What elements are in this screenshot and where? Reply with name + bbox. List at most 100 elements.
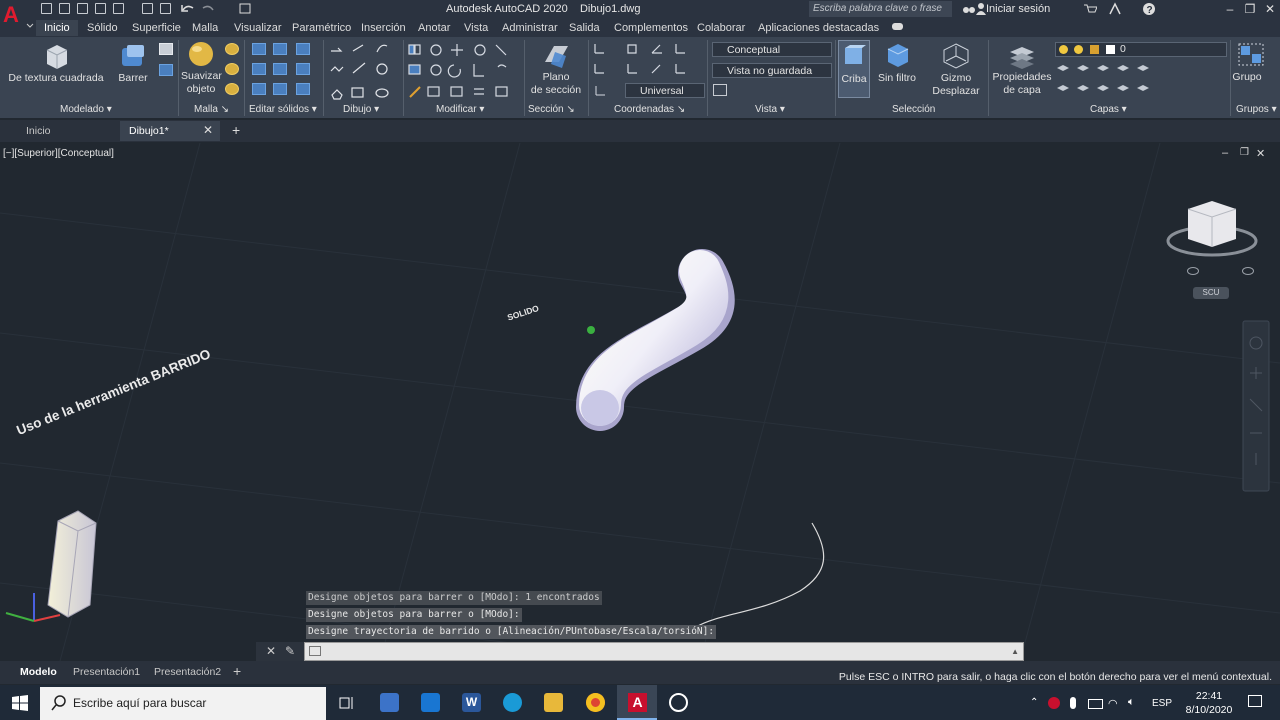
fillet-edge-icon[interactable] <box>296 83 310 95</box>
extract-edges-icon[interactable] <box>296 63 310 75</box>
taskbar-clock[interactable]: 22:41 8/10/2020 <box>1178 689 1240 717</box>
layout-tab-presentacion1[interactable]: Presentación1 <box>73 666 140 678</box>
thicken-icon[interactable] <box>273 83 287 95</box>
panel-seccion[interactable]: Sección ↘ <box>528 104 575 115</box>
revolve-icon[interactable] <box>159 64 173 76</box>
plano-seccion-button[interactable]: Plano de sección <box>527 40 585 100</box>
microphone-icon[interactable] <box>1070 697 1076 709</box>
panel-vista[interactable]: Vista ▾ <box>755 104 785 115</box>
layout-tab-modelo[interactable]: Modelo <box>20 666 57 678</box>
ucs-select[interactable]: Universal <box>625 83 705 98</box>
new-icon[interactable] <box>41 3 52 14</box>
viewcube[interactable] <box>1166 201 1258 257</box>
criba-button[interactable]: Criba <box>838 40 870 98</box>
language-indicator[interactable]: ESP <box>1152 698 1172 709</box>
interfere-icon[interactable] <box>273 63 287 75</box>
gizmo-desplazar-button[interactable]: Gizmo Desplazar <box>928 40 984 100</box>
print-icon[interactable] <box>160 3 171 14</box>
union-icon[interactable] <box>252 43 266 55</box>
store-icon[interactable] <box>380 693 399 712</box>
grip-point[interactable] <box>587 326 595 334</box>
ribbon-toggle-icon[interactable] <box>892 23 903 30</box>
mesh-smooth-less-icon[interactable] <box>225 63 239 75</box>
viewport-controls-label[interactable]: [−][Superior][Conceptual] <box>3 148 114 159</box>
command-input[interactable]: ▲ <box>304 642 1024 661</box>
tab-solido[interactable]: Sólido <box>87 22 118 34</box>
signin-button[interactable]: Iniciar sesión <box>986 3 1050 15</box>
command-history-toggle-icon[interactable]: ▲ <box>1011 647 1019 656</box>
tab-salida[interactable]: Salida <box>569 22 600 34</box>
mesh-refine-icon[interactable] <box>225 83 239 95</box>
notifications-icon[interactable] <box>1248 695 1262 707</box>
file-tab-inicio[interactable]: Inicio <box>26 125 51 137</box>
slice-icon[interactable] <box>296 43 310 55</box>
minimize-button[interactable]: – <box>1222 1 1238 17</box>
sweep-path[interactable] <box>695 522 825 628</box>
tab-inicio[interactable]: Inicio <box>36 20 78 36</box>
tab-visualizar[interactable]: Visualizar <box>234 22 282 34</box>
suavizar-objeto-button[interactable]: Suavizar objeto <box>181 40 222 100</box>
tab-parametrico[interactable]: Paramétrico <box>292 22 351 34</box>
search-input[interactable]: Escriba palabra clave o frase <box>809 1 952 17</box>
panel-seleccion[interactable]: Selección <box>892 104 935 115</box>
close-tab-icon[interactable]: ✕ <box>203 123 213 137</box>
add-layout-plus-icon[interactable]: + <box>233 663 241 679</box>
binoculars-icon[interactable] <box>962 3 976 15</box>
volume-icon[interactable]: 🔈︎ <box>1128 696 1135 709</box>
new-tab-plus-icon[interactable]: + <box>232 122 240 138</box>
customize-wrench-icon[interactable]: ✎ <box>285 644 295 658</box>
tab-anotar[interactable]: Anotar <box>418 22 450 34</box>
sin-filtro-button[interactable]: Sin filtro <box>874 40 920 98</box>
tab-complementos[interactable]: Complementos <box>614 22 688 34</box>
maximize-button[interactable]: ❐ <box>1242 1 1258 17</box>
ucs-badge[interactable]: SCU <box>1193 287 1229 299</box>
ucs-named-icon[interactable] <box>593 83 617 97</box>
windows-start-icon[interactable] <box>12 695 28 711</box>
viewport-restore-icon[interactable]: ❐ <box>1240 147 1249 158</box>
layer-select[interactable]: 0 <box>1055 42 1227 57</box>
tab-colaborar[interactable]: Colaborar <box>697 22 745 34</box>
show-hidden-icons[interactable]: ⌃ <box>1030 697 1038 708</box>
viewport-minimize-icon[interactable]: – <box>1222 147 1228 159</box>
close-button[interactable]: ✕ <box>1262 1 1278 17</box>
battery-icon[interactable] <box>1088 699 1103 709</box>
save-icon[interactable] <box>77 3 88 14</box>
barrer-button[interactable]: Barrer <box>113 40 153 100</box>
viewport-close-icon[interactable]: ✕ <box>1256 147 1265 160</box>
navigation-bar[interactable] <box>1242 320 1270 492</box>
panel-coordenadas[interactable]: Coordenadas ↘ <box>614 104 685 115</box>
panel-grupos[interactable]: Grupos ▾ <box>1236 104 1277 115</box>
taskbar-search-input[interactable]: Escribe aquí para buscar <box>40 687 326 720</box>
panel-modelado[interactable]: Modelado ▾ <box>60 104 112 115</box>
obs-icon[interactable] <box>669 693 688 712</box>
swept-solid[interactable] <box>576 249 735 431</box>
autodesk-a360-icon[interactable] <box>1108 2 1122 16</box>
mail-icon[interactable] <box>421 693 440 712</box>
tab-insercion[interactable]: Inserción <box>361 22 406 34</box>
tab-malla[interactable]: Malla <box>192 22 218 34</box>
tab-administrar[interactable]: Administrar <box>502 22 558 34</box>
undo-redo-icons[interactable] <box>180 2 260 16</box>
visual-style-select[interactable]: Conceptual <box>712 42 832 57</box>
subtract-icon[interactable] <box>273 43 287 55</box>
edge-icon[interactable] <box>503 693 522 712</box>
tab-vista[interactable]: Vista <box>464 22 488 34</box>
intersect-icon[interactable] <box>252 63 266 75</box>
panel-dibujo[interactable]: Dibujo ▾ <box>343 104 379 115</box>
tab-superficie[interactable]: Superficie <box>132 22 181 34</box>
tab-aplicaciones-destacadas[interactable]: Aplicaciones destacadas <box>758 22 879 34</box>
chrome-icon[interactable] <box>586 693 605 712</box>
mesh-smooth-more-icon[interactable] <box>225 43 239 55</box>
textura-cuadrada-button[interactable]: De textura cuadrada <box>5 40 107 100</box>
named-view-select[interactable]: Vista no guardada <box>712 63 832 78</box>
extrude-icon[interactable] <box>159 43 173 55</box>
drawing-viewport[interactable]: SOLIDO Uso de la herramienta BARRIDO SCU <box>0 143 1280 661</box>
draw-tools-icons[interactable] <box>328 41 402 101</box>
layer-tools-icons[interactable] <box>1055 62 1151 100</box>
ucs-tools-icons[interactable] <box>592 41 704 81</box>
tray-autocad-icon[interactable] <box>1048 697 1060 709</box>
propiedades-capa-button[interactable]: Propiedades de capa <box>991 40 1053 100</box>
panel-malla[interactable]: Malla ↘ <box>194 104 229 115</box>
save-as-icon[interactable] <box>95 3 106 14</box>
panel-modificar[interactable]: Modificar ▾ <box>436 104 484 115</box>
